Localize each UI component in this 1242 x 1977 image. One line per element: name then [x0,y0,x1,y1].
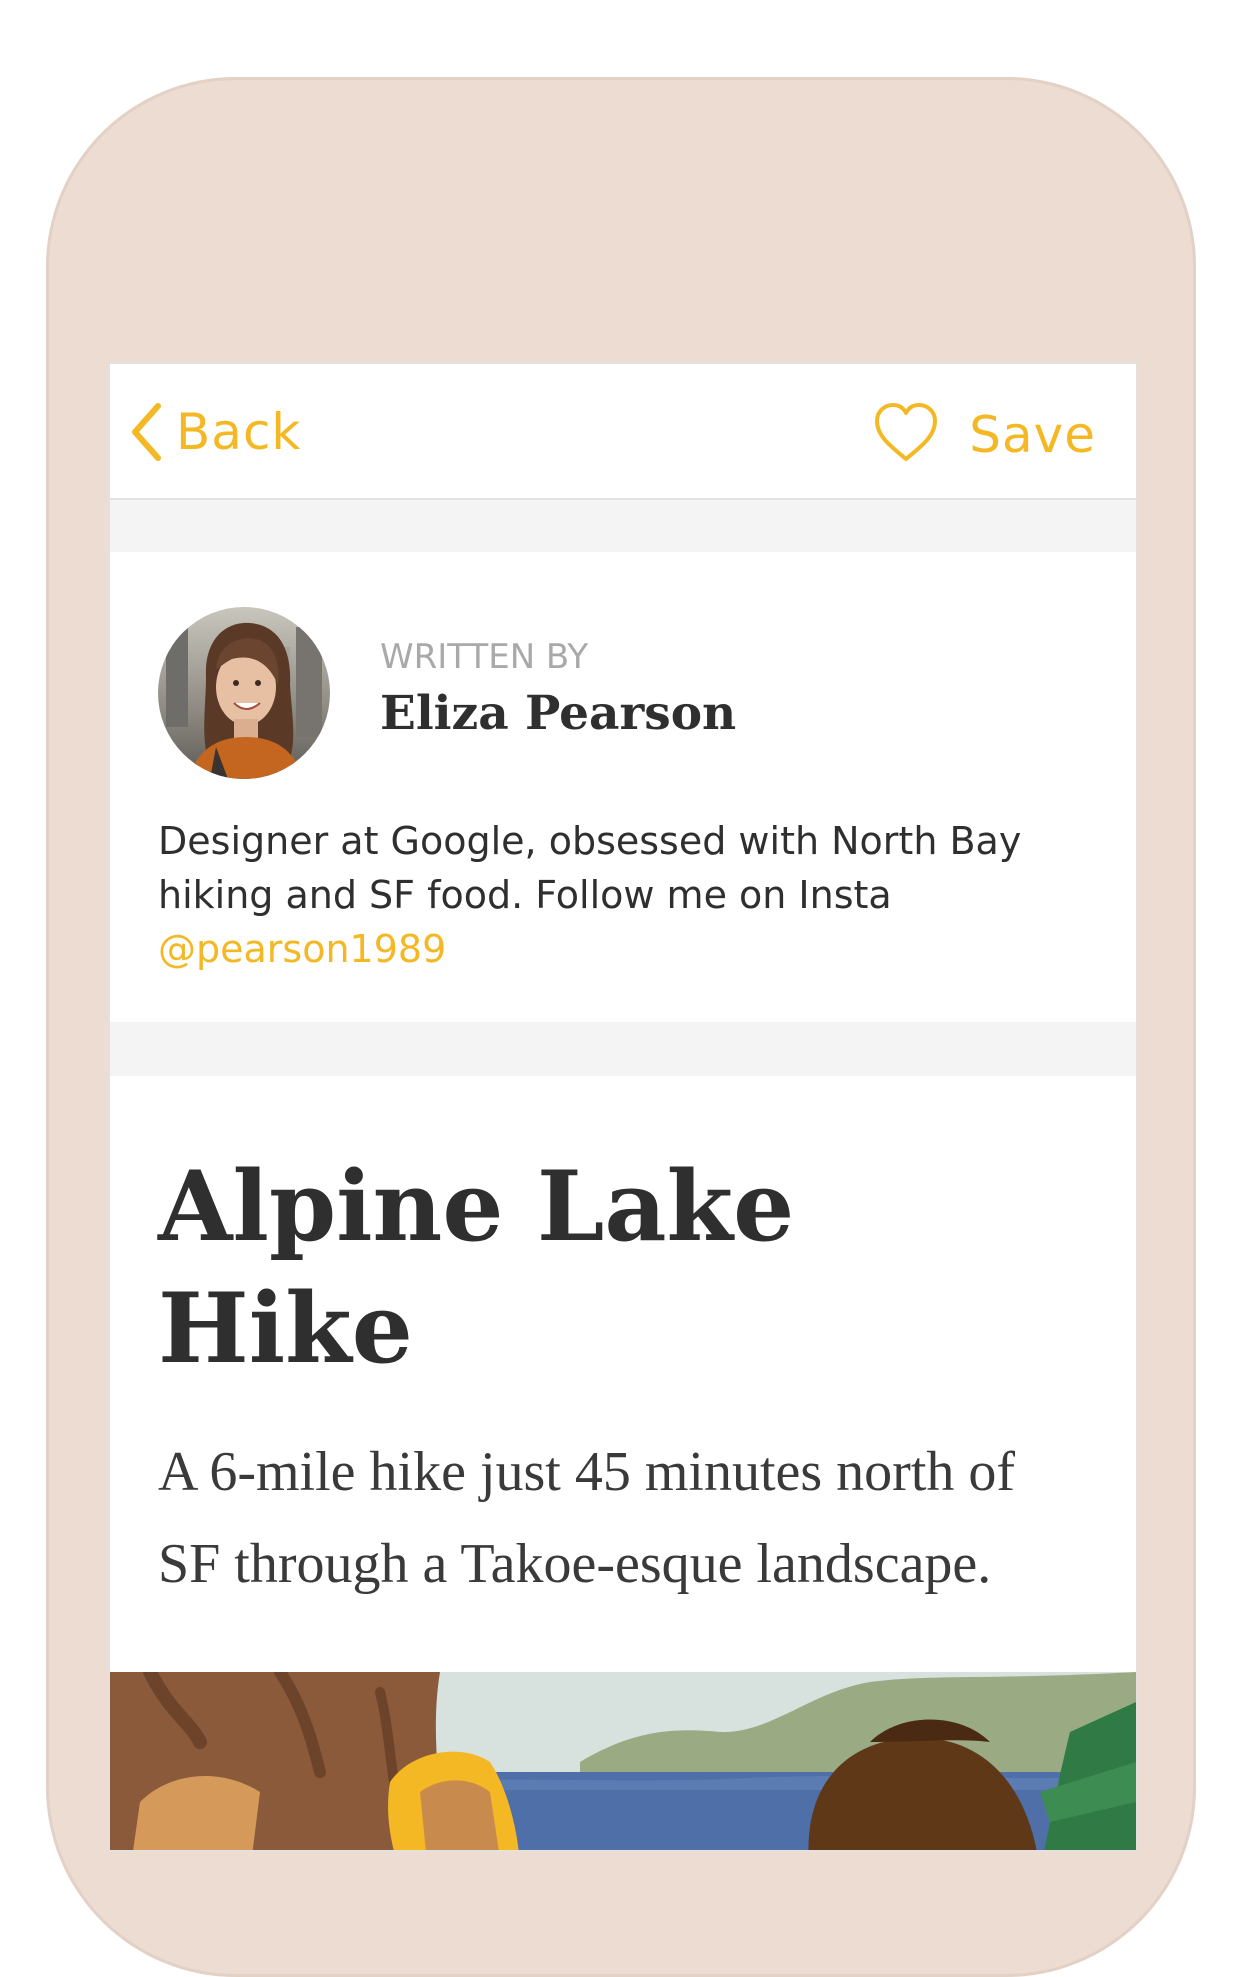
back-button[interactable]: Back [128,402,301,462]
save-label: Save [969,406,1096,464]
article-header: Alpine Lake Hike A 6-mile hike just 45 m… [110,1076,1136,1696]
written-by-label: WRITTEN BY [380,637,589,677]
heart-outline-icon [871,401,941,470]
navigation-bar: Back Save [110,364,1136,500]
hero-illustration [110,1665,1136,1850]
author-card: WRITTEN BY Eliza Pearson Designer at Goo… [110,552,1136,1022]
article-title-line2: Hike [158,1272,413,1385]
app-screen: Back Save WRITTEN BY Eliza Pearson Desig… [110,364,1136,1850]
author-name[interactable]: Eliza Pearson [380,686,736,741]
bio-text: Designer at Google, obsessed with North … [158,819,1022,917]
back-label: Back [176,403,302,461]
article-subtitle: A 6-mile hike just 45 minutes north of S… [158,1441,1016,1595]
author-bio: Designer at Google, obsessed with North … [158,814,1098,976]
article-title-line1: Alpine Lake [158,1150,795,1263]
save-button[interactable]: Save [871,402,1096,468]
article-title: Alpine Lake Hike [158,1146,858,1390]
avatar[interactable] [158,607,330,779]
instagram-handle-link[interactable]: @pearson1989 [158,927,446,971]
chevron-left-icon [128,402,164,462]
